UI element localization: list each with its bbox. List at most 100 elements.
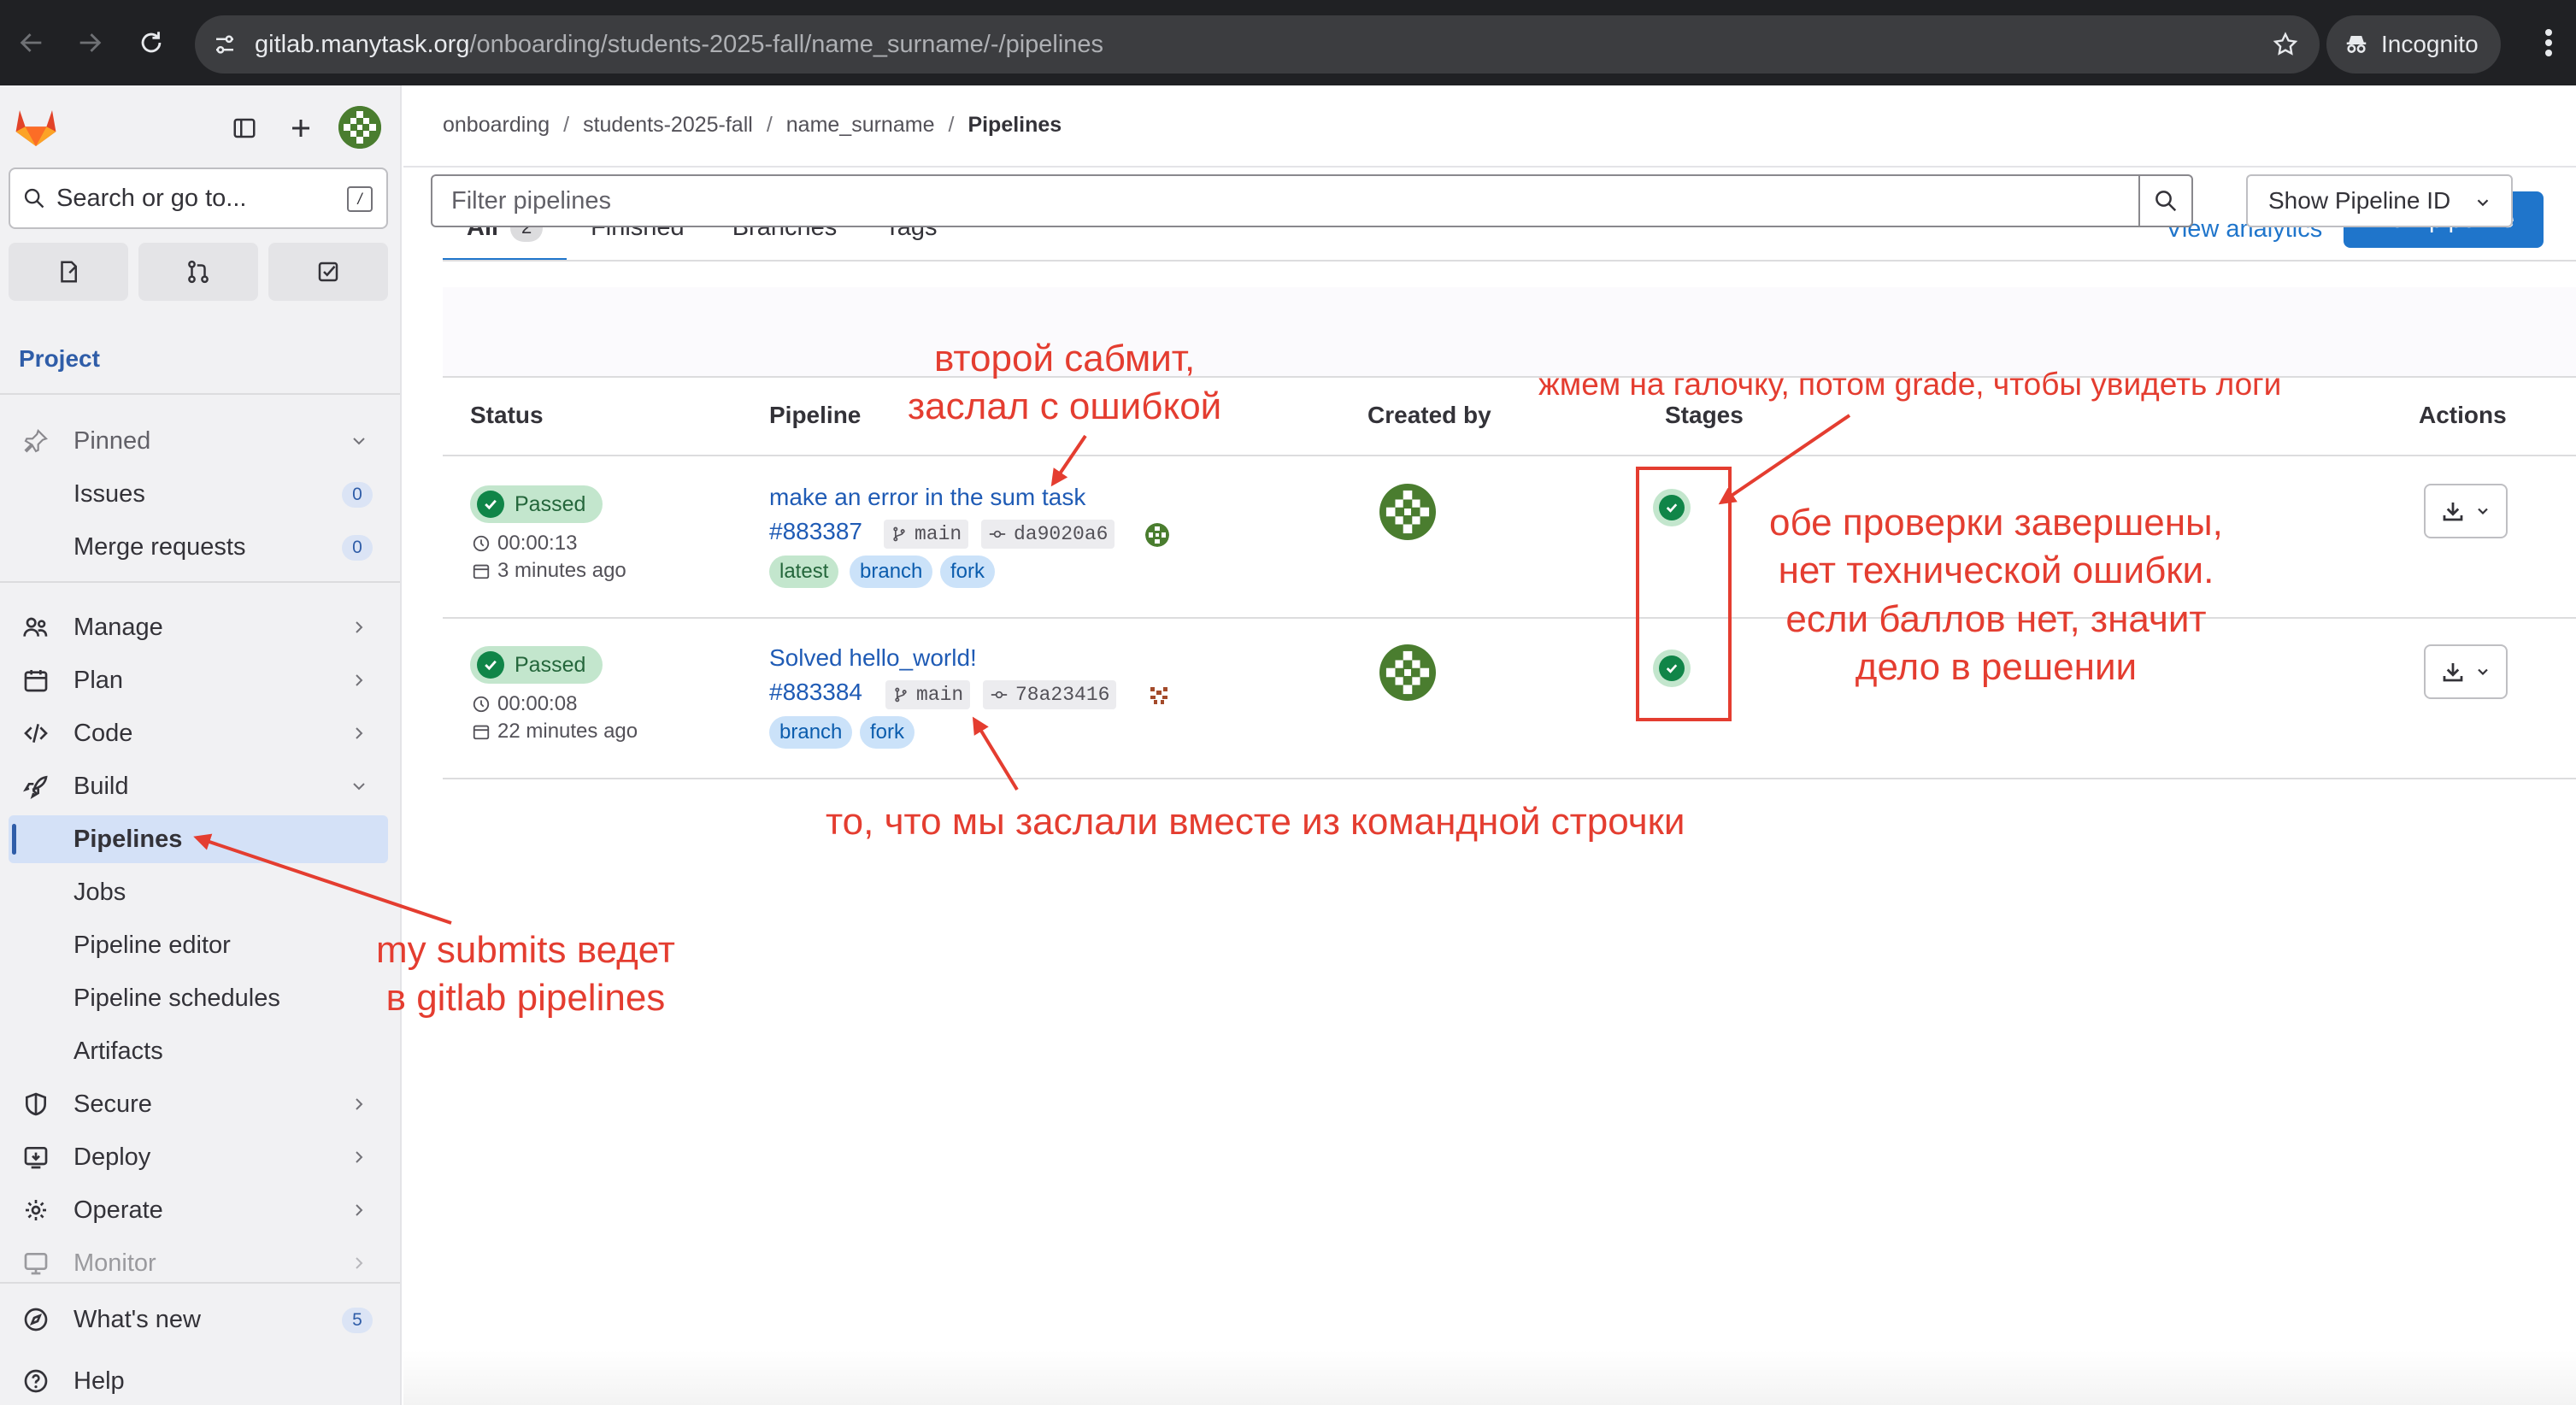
download-artifacts-button[interactable] [2424,644,2508,699]
breadcrumb-current[interactable]: Pipelines [967,113,1062,138]
sidebar-item-label: Artifacts [74,1037,163,1065]
browser-menu-button[interactable] [2521,0,2576,85]
cloud-gear-icon [26,1200,46,1220]
pipeline-finished-time: 22 minutes ago [472,720,638,744]
user-avatar[interactable] [338,106,381,149]
sidebar-divider [0,393,400,395]
breadcrumb-item[interactable]: name_surname [786,113,935,138]
incognito-indicator[interactable]: Incognito [2326,15,2501,73]
annotation-line: дело в решении [1855,645,2138,688]
status-badge[interactable]: Passed [470,646,603,684]
gitlab-logo-icon[interactable] [14,106,58,149]
breadcrumb-separator: / [766,113,773,137]
filter-placeholder: Filter pipelines [451,186,611,215]
search-icon [24,188,44,209]
branch-icon [895,687,907,702]
commit-sha-chip[interactable]: 78a23416 [983,680,1117,709]
show-pipeline-id-dropdown[interactable]: Show Pipeline ID [2246,174,2513,227]
annotation-line: my submits ведет [376,929,675,971]
commit-icon [989,530,1006,538]
commit-author-avatar[interactable] [1147,684,1171,708]
annotation-line: если баллов нет, значит [1785,597,2207,640]
incognito-icon [2346,36,2367,53]
finished-text: 22 minutes ago [497,720,638,743]
branch-ref-chip[interactable]: main [884,520,969,549]
sidebar-item-label: Operate [74,1196,163,1224]
shield-icon [26,1092,46,1116]
chevron-right-icon [356,621,363,633]
pipeline-commit-title[interactable]: make an error in the sum task [769,484,1085,511]
tag-latest-badge: latest [769,556,839,588]
reload-button[interactable] [120,0,183,85]
sidebar-item-label: Manage [74,613,163,641]
sidebar-item-code[interactable]: Code [9,709,388,757]
todo-icon [318,262,338,282]
address-bar[interactable]: gitlab.manytask.org/onboarding/students-… [195,15,2320,73]
bookmark-star-icon[interactable] [2272,15,2299,73]
download-artifacts-button[interactable] [2424,484,2508,538]
sidebar-item-operate[interactable]: Operate [9,1186,388,1234]
kebab-icon [2545,29,2552,56]
sidebar-item-pipelines[interactable]: Pipelines [9,815,388,863]
merge-request-icon [188,260,209,284]
pipeline-id-link[interactable]: #883384 [769,679,862,706]
clock-icon [473,535,490,552]
row-divider [443,778,2576,779]
download-icon [2443,663,2463,682]
create-new-button[interactable] [282,109,320,147]
url-text: gitlab.manytask.org/onboarding/students-… [255,31,1103,59]
created-by-avatar[interactable] [1379,484,1436,540]
url-path: /onboarding/students-2025-fall/name_surn… [469,30,1104,58]
back-button[interactable] [0,0,63,85]
site-info-icon[interactable] [195,15,255,73]
sidebar-toggle-button[interactable] [226,109,263,147]
merge-requests-button[interactable] [138,243,258,301]
breadcrumb-item[interactable]: students-2025-fall [583,113,753,138]
sidebar-item-jobs[interactable]: Jobs [9,868,388,916]
pipeline-id-link[interactable]: #883387 [769,518,862,545]
sidebar-item-artifacts[interactable]: Artifacts [9,1027,388,1075]
sidebar-item-help[interactable]: Help [9,1357,388,1405]
forward-button[interactable] [58,0,121,85]
sidebar-item-secure[interactable]: Secure [9,1080,388,1128]
annotation-my-submits: my submits ведет в gitlab pipelines [376,926,675,1023]
pipeline-duration: 00:00:08 [472,692,577,716]
sidebar-item-label: Build [74,772,129,800]
sidebar-item-monitor[interactable]: Monitor [9,1239,388,1287]
commit-sha: da9020a6 [1014,523,1109,545]
code-icon [24,724,48,743]
sidebar-item-label: Code [74,719,133,747]
filter-pipelines-input[interactable]: Filter pipelines [431,174,2140,227]
sidebar-item-pipeline-editor[interactable]: Pipeline editor [9,921,388,969]
sidebar-item-deploy[interactable]: Deploy [9,1133,388,1181]
branch-ref-chip[interactable]: main [885,680,971,709]
tag-fork-badge: fork [940,556,996,588]
breadcrumb-item[interactable]: onboarding [443,113,550,138]
calendar-icon [473,564,490,579]
assigned-issues-button[interactable] [9,243,128,301]
search-placeholder: Search or go to... [56,184,247,212]
commit-author-avatar[interactable] [1145,523,1169,547]
search-input[interactable]: Search or go to... / [9,168,388,229]
sidebar-item-label: Secure [74,1090,152,1118]
sidebar-item-build[interactable]: Build [9,762,388,810]
todo-list-button[interactable] [268,243,388,301]
chevron-down-icon [2478,668,2488,676]
pipeline-commit-title[interactable]: Solved hello_world! [769,644,977,672]
created-by-avatar[interactable] [1379,644,1436,701]
status-badge[interactable]: Passed [470,485,603,523]
chevron-right-icon [356,1204,363,1216]
sidebar-item-merge-requests[interactable]: Merge requests 0 [9,523,388,571]
sidebar-item-issues[interactable]: Issues 0 [9,470,388,518]
sidebar-item-plan[interactable]: Plan [9,656,388,704]
sidebar-item-label: Plan [74,666,124,694]
sidebar-item-whats-new[interactable]: What's new 5 [9,1296,388,1343]
annotation-line: в gitlab pipelines [385,977,666,1020]
sidebar-item-pipeline-schedules[interactable]: Pipeline schedules [9,974,388,1022]
search-shortcut-hint: / [347,186,373,212]
filter-search-button[interactable] [2138,174,2193,227]
commit-sha-chip[interactable]: da9020a6 [981,520,1115,549]
users-icon [23,617,48,637]
sidebar-item-manage[interactable]: Manage [9,603,388,651]
sidebar-pinned-toggle[interactable]: Pinned [9,417,388,465]
